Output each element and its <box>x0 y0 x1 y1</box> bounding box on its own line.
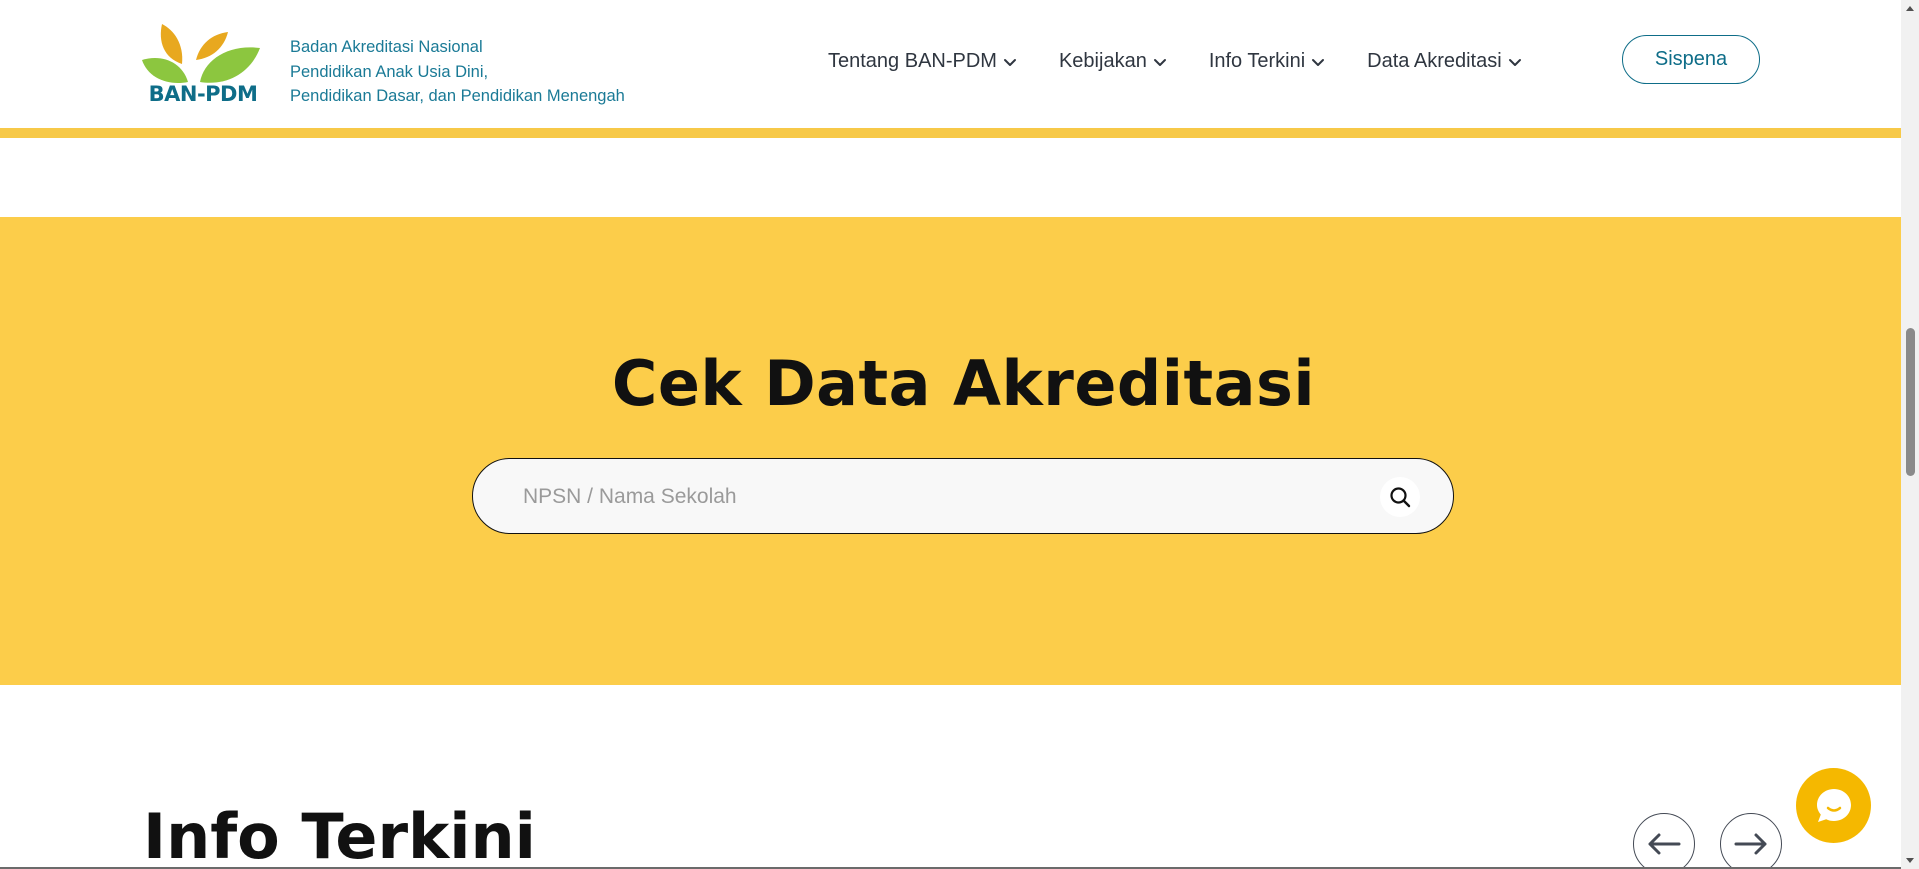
page: BAN-PDM Badan Akreditasi Nasional Pendid… <box>0 0 1919 869</box>
main-nav: Tentang BAN-PDM Kebijakan Info Terkini D… <box>828 50 1564 73</box>
chat-bubble-icon <box>1816 788 1851 822</box>
chat-widget-button[interactable] <box>1796 768 1871 843</box>
nav-label: Data Akreditasi <box>1367 50 1502 72</box>
chevron-down-icon <box>1312 58 1325 66</box>
hero-title: Cek Data Akreditasi <box>611 347 1316 420</box>
nav-data-akreditasi[interactable]: Data Akreditasi <box>1367 50 1522 73</box>
scroll-up-button[interactable] <box>1901 0 1919 16</box>
nav-info-terkini[interactable]: Info Terkini <box>1209 50 1325 73</box>
search-button[interactable] <box>1380 477 1420 517</box>
ban-pdm-logo[interactable]: BAN-PDM <box>142 16 264 106</box>
sispena-button[interactable]: Sispena <box>1622 35 1760 84</box>
scroll-thumb[interactable] <box>1906 328 1915 476</box>
nav-kebijakan[interactable]: Kebijakan <box>1059 50 1167 73</box>
chevron-down-icon <box>1508 58 1521 66</box>
search-bar <box>472 458 1454 534</box>
nav-label: Kebijakan <box>1058 50 1147 72</box>
triangle-down-icon <box>1906 858 1914 863</box>
carousel-prev-button[interactable] <box>1633 813 1695 869</box>
triangle-up-icon <box>1906 6 1914 11</box>
org-name-line-3: Pendidikan Dasar, dan Pendidikan Menenga… <box>290 87 625 105</box>
logo-wordmark: BAN-PDM <box>148 82 258 106</box>
chevron-down-icon <box>1003 58 1016 66</box>
leaves-logo-icon <box>142 24 260 84</box>
org-name-line-2: Pendidikan Anak Usia Dini, <box>290 62 489 81</box>
org-name-line-1: Badan Akreditasi Nasional <box>290 38 483 56</box>
search-input[interactable] <box>521 477 1345 517</box>
carousel-next-button[interactable] <box>1720 813 1782 869</box>
nav-label: Info Terkini <box>1208 50 1306 72</box>
cek-akreditasi-section: Cek Data Akreditasi <box>0 217 1901 685</box>
arrow-right-icon <box>1734 833 1767 855</box>
search-icon <box>1390 487 1411 508</box>
page-scrollbar[interactable] <box>1901 0 1919 869</box>
arrow-left-icon <box>1648 833 1681 855</box>
nav-tentang-ban-pdm[interactable]: Tentang BAN-PDM <box>828 50 1017 73</box>
site-header: BAN-PDM Badan Akreditasi Nasional Pendid… <box>0 0 1901 128</box>
nav-label: Tentang BAN-PDM <box>828 50 997 72</box>
info-terkini-title: Info Terkini <box>143 800 536 869</box>
organization-name: Badan Akreditasi Nasional Pendidikan Ana… <box>290 35 625 109</box>
header-accent-stripe <box>0 128 1901 138</box>
scroll-down-button[interactable] <box>1901 853 1919 869</box>
chevron-down-icon <box>1153 58 1166 66</box>
